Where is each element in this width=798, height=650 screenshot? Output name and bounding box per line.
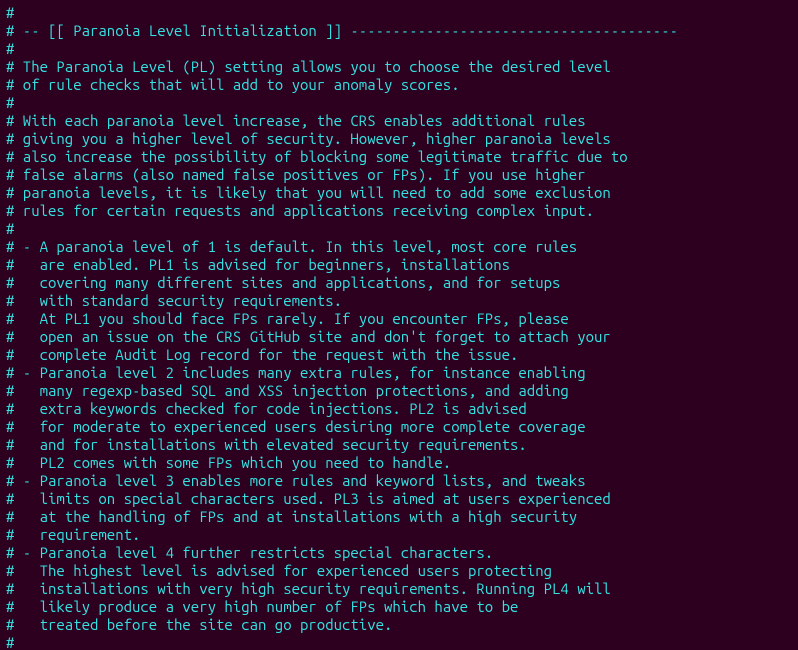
terminal-output: # # -- [[ Paranoia Level Initialization … — [0, 0, 798, 650]
